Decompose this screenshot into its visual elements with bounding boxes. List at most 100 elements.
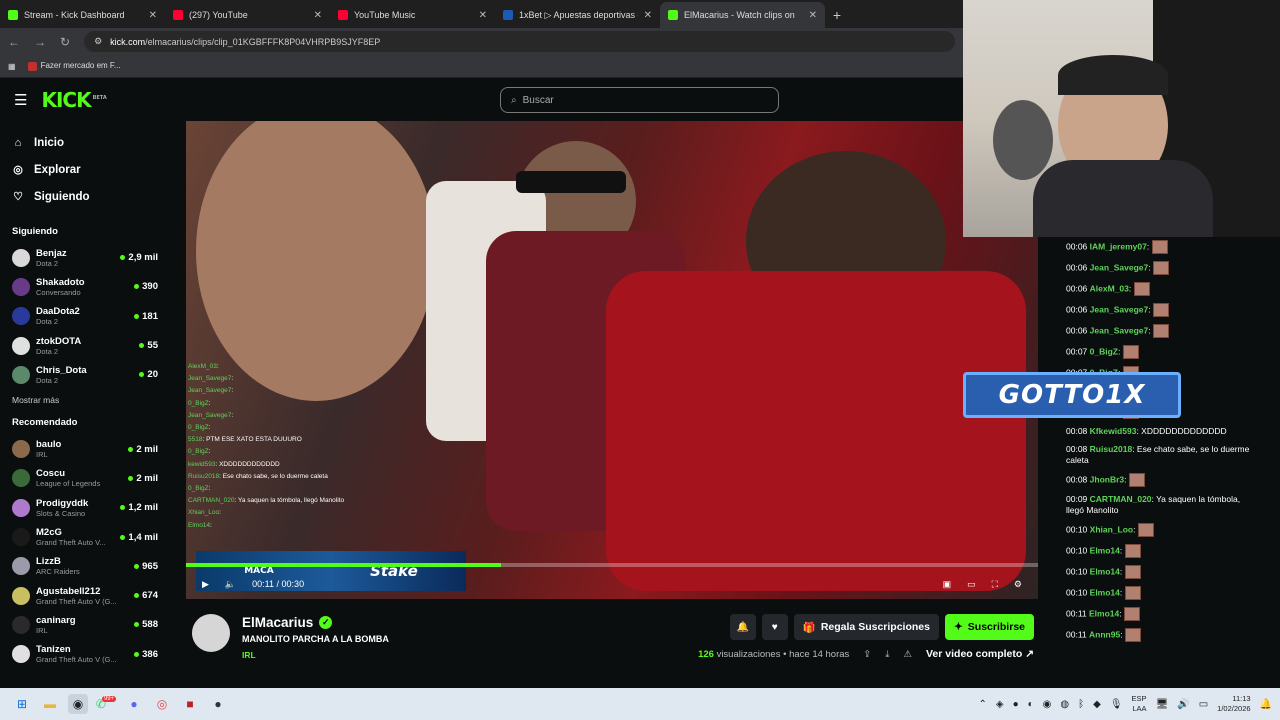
chat-username[interactable]: Annn95 xyxy=(1089,629,1120,639)
speaker-icon[interactable]: 🔊 xyxy=(1177,699,1189,710)
seek-bar[interactable] xyxy=(186,563,1038,567)
language-indicator[interactable]: ESP LAA xyxy=(1132,694,1147,714)
channel-item[interactable]: Shakadoto Conversando 390 xyxy=(0,272,170,301)
channel-item[interactable]: M2cG Grand Theft Auto V... 1,4 mil xyxy=(0,522,170,551)
channel-item[interactable]: baulo IRL 2 mil xyxy=(0,434,170,463)
gift-subs-button[interactable]: 🎁 Regala Suscripciones xyxy=(793,614,939,640)
chat-username[interactable]: Kfkewid593 xyxy=(1090,426,1137,436)
chat-username[interactable]: Elmo14 xyxy=(1090,545,1120,555)
forward-arrow-icon[interactable]: → xyxy=(34,35,46,49)
dota2-icon[interactable]: ■ xyxy=(180,694,200,714)
browser-tab[interactable]: 1xBet ▷ Apuestas deportivas o ✕ xyxy=(495,2,660,28)
channel-item[interactable]: Tanizen Grand Theft Auto V (G... 386 xyxy=(0,640,170,669)
notification-bell-icon[interactable]: 🔔 xyxy=(1260,699,1272,710)
browser-tab[interactable]: ElMacarius - Watch clips on ✕ xyxy=(660,2,825,28)
share-icon[interactable]: ⇪ xyxy=(863,649,871,660)
channel-item[interactable]: LizzB ARC Raiders 965 xyxy=(0,552,170,581)
system-clock[interactable]: 11:13 1/02/2026 xyxy=(1217,694,1250,714)
video-chat-line: Jean_Savege7: xyxy=(188,373,344,385)
show-more-link[interactable]: Mostrar más xyxy=(0,389,170,409)
settings-gear-icon[interactable]: ⚙ xyxy=(1014,579,1022,590)
channel-item[interactable]: DaaDota2 Dota 2 181 xyxy=(0,302,170,331)
video-player[interactable]: AlexM_03: Jean_Savege7: Jean_Savege7: 0_Big… xyxy=(186,121,1038,599)
channel-item[interactable]: Agustabell212 Grand Theft Auto V (G... 674 xyxy=(0,581,170,610)
miniplayer-icon[interactable]: ▣ xyxy=(943,579,952,590)
bookmark-item[interactable]: Fazer mercado em F... xyxy=(27,61,121,71)
battery-icon[interactable]: ▭ xyxy=(1199,699,1208,710)
chat-username[interactable]: AlexM_03 xyxy=(1090,283,1129,293)
kick-logo[interactable]: KICK BETA xyxy=(41,88,106,112)
windows-start-icon[interactable]: ⊞ xyxy=(12,694,32,714)
chat-username[interactable]: Jean_Savege7 xyxy=(1090,304,1149,314)
channel-item[interactable]: Chris_Dota Dota 2 20 xyxy=(0,360,170,389)
report-warning-icon[interactable]: ⚠ xyxy=(903,649,912,660)
chat-timestamp: 00:09 xyxy=(1066,494,1088,504)
volume-icon[interactable]: 🔈 xyxy=(225,579,236,590)
nav-item-siguiendo[interactable]: ♡ Siguiendo xyxy=(0,183,170,210)
tray-steam-icon[interactable]: ◉ xyxy=(1043,699,1052,710)
play-icon[interactable]: ▶ xyxy=(202,579,209,590)
search-input[interactable]: ⌕ Buscar xyxy=(500,87,779,113)
channel-item[interactable]: Prodigyddk Slots & Casino 1,2 mil xyxy=(0,493,170,522)
channel-avatar[interactable] xyxy=(192,614,230,652)
tray-app-icon[interactable]: ● xyxy=(1013,699,1019,710)
site-info-icon[interactable]: ⚙ xyxy=(94,36,102,47)
channel-item[interactable]: ztokDOTA Dota 2 55 xyxy=(0,331,170,360)
file-explorer-icon[interactable]: ▬ xyxy=(40,694,60,714)
chat-username[interactable]: Elmo14 xyxy=(1090,587,1120,597)
browser-tab[interactable]: YouTube Music ✕ xyxy=(330,2,495,28)
chat-username[interactable]: Xhian_Loo xyxy=(1090,524,1133,534)
download-icon[interactable]: ⤓ xyxy=(885,649,889,660)
apps-grid-icon[interactable]: ▦ xyxy=(8,62,16,71)
browser-tab[interactable]: Stream - Kick Dashboard ✕ xyxy=(0,2,165,28)
theater-mode-icon[interactable]: ▭ xyxy=(967,579,976,590)
chrome-icon[interactable]: ◎ xyxy=(152,694,172,714)
tray-app-icon[interactable]: ◍ xyxy=(1060,699,1069,710)
chat-username[interactable]: Elmo14 xyxy=(1089,608,1119,618)
chat-username[interactable]: 0_BigZ xyxy=(1090,346,1118,356)
chat-username[interactable]: CARTMAN_020 xyxy=(1090,494,1152,504)
chat-username[interactable]: Ruisu2018 xyxy=(1090,444,1133,454)
chat-username[interactable]: Jean_Savege7 xyxy=(1090,262,1149,272)
network-icon[interactable]: 🖥 xyxy=(1156,699,1169,710)
subscribe-button[interactable]: ✦ Suscribirse xyxy=(944,614,1034,640)
tray-app-icon[interactable]: ◈ xyxy=(996,699,1004,710)
channel-name[interactable]: ElMacarius xyxy=(242,615,313,630)
whatsapp-icon[interactable]: ✆ 99+ xyxy=(96,694,117,714)
bluetooth-icon[interactable]: ᛒ xyxy=(1078,699,1084,710)
back-arrow-icon[interactable]: ← xyxy=(8,35,20,49)
tray-app-icon[interactable]: ◆ xyxy=(1093,699,1101,710)
steam-icon[interactable]: ◉ xyxy=(68,694,88,714)
chat-emote xyxy=(1151,240,1168,254)
tab-close-icon[interactable]: ✕ xyxy=(314,10,322,21)
chat-username[interactable]: Jean_Savege7 xyxy=(1090,325,1149,335)
tab-close-icon[interactable]: ✕ xyxy=(479,10,487,21)
nav-item-inicio[interactable]: ⌂ Inicio xyxy=(0,129,170,156)
chat-username[interactable]: Elmo14 xyxy=(1090,566,1120,576)
full-video-link[interactable]: Ver video completo ↗ xyxy=(926,648,1034,660)
channel-item[interactable]: Benjaz Dota 2 2,9 mil xyxy=(0,243,170,272)
tray-chevron-up-icon[interactable]: ⌃ xyxy=(978,699,986,710)
channel-item[interactable]: caninarg IRL 588 xyxy=(0,610,170,639)
new-tab-icon[interactable]: + xyxy=(825,2,849,28)
chat-message: 00:11 Elmo14: xyxy=(1038,607,1280,621)
hamburger-menu-icon[interactable]: ☰ xyxy=(14,91,27,109)
url-field[interactable]: ⚙ kick.com/elmacarius/clips/clip_01KGBFF… xyxy=(84,31,955,52)
tab-close-icon[interactable]: ✕ xyxy=(644,10,652,21)
tab-close-icon[interactable]: ✕ xyxy=(149,10,157,21)
chat-username[interactable]: IAM_jeremy07 xyxy=(1090,241,1147,251)
reload-icon[interactable]: ↻ xyxy=(60,35,70,49)
browser-tab[interactable]: (297) YouTube ✕ xyxy=(165,2,330,28)
obs-icon[interactable]: ● xyxy=(208,694,228,714)
discord-icon[interactable]: ● xyxy=(124,694,144,714)
notification-bell-button[interactable]: 🔔 xyxy=(729,614,756,640)
nav-item-explorar[interactable]: ◎ Explorar xyxy=(0,156,170,183)
microphone-icon[interactable]: 🎙 xyxy=(1110,699,1123,710)
tray-app-icon[interactable]: ◐ xyxy=(1028,699,1034,710)
chat-username[interactable]: JhonBr3 xyxy=(1090,474,1124,484)
clip-category[interactable]: IRL xyxy=(242,650,256,660)
tab-close-icon[interactable]: ✕ xyxy=(809,10,817,21)
follow-heart-button[interactable]: ♥ xyxy=(761,614,788,640)
channel-item[interactable]: Coscu League of Legends 2 mil xyxy=(0,464,170,493)
fullscreen-icon[interactable]: ⛶ xyxy=(992,579,998,590)
